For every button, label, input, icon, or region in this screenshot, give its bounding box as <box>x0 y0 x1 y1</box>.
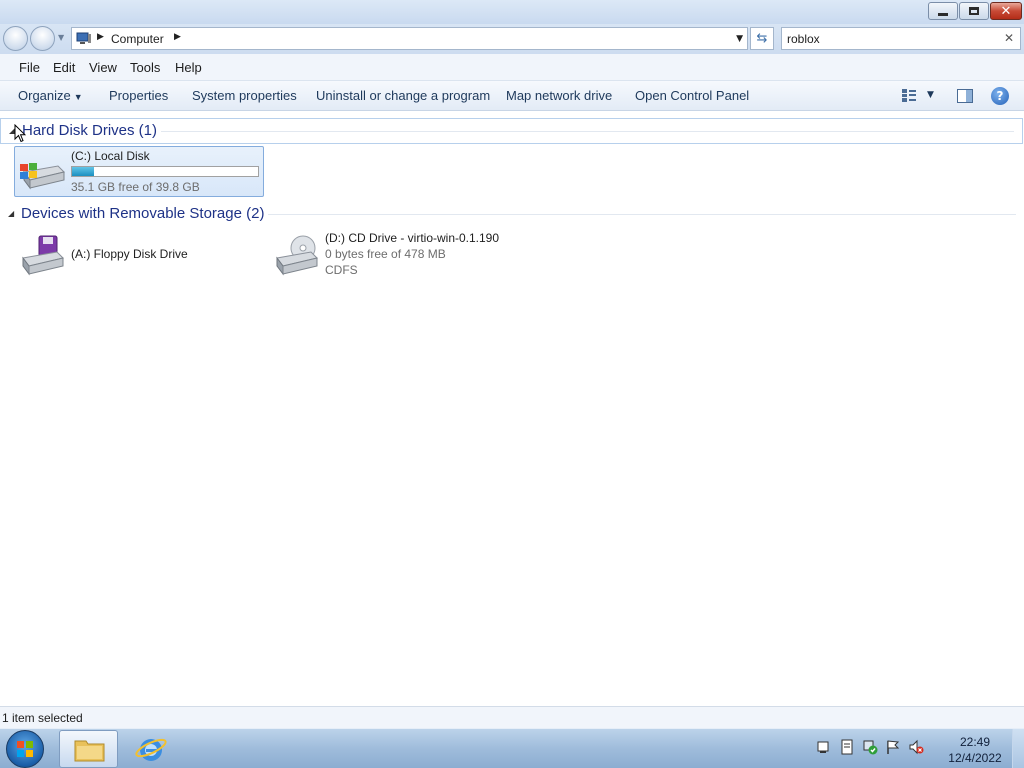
drive-c-tile[interactable]: (C:) Local Disk 35.1 GB free of 39.8 GB <box>14 146 264 197</box>
help-icon[interactable]: ? <box>991 87 1009 105</box>
search-input[interactable]: roblox <box>787 32 820 46</box>
taskbar: 22:49 12/4/2022 <box>0 728 1024 768</box>
taskbar-explorer-button[interactable] <box>59 730 118 768</box>
volume-muted-icon[interactable] <box>908 739 924 755</box>
group-divider <box>268 214 1016 215</box>
address-history-dropdown-icon[interactable]: ▼ <box>736 34 743 44</box>
group-label: Devices with Removable Storage (2) <box>21 205 265 222</box>
capacity-bar <box>71 166 259 177</box>
content-area: ◢ Hard Disk Drives (1) (C:) Local Disk 3… <box>0 112 1024 706</box>
show-desktop-button[interactable] <box>1012 729 1024 768</box>
address-row: ▼ ▶ Computer ▶ ▼ ⇆ roblox ✕ <box>0 24 1024 54</box>
clock[interactable]: 22:49 12/4/2022 <box>940 734 1010 766</box>
clear-search-icon[interactable]: ✕ <box>1004 31 1014 45</box>
menu-bar: File Edit View Tools Help <box>0 54 1024 81</box>
address-bar[interactable]: ▶ Computer ▶ ▼ <box>71 27 748 50</box>
drive-a-tile[interactable]: (A:) Floppy Disk Drive <box>14 230 264 280</box>
group-divider <box>161 131 1014 132</box>
minimize-icon <box>938 12 948 16</box>
back-button[interactable] <box>3 26 28 51</box>
drive-free-space: 0 bytes free of 478 MB <box>325 247 446 261</box>
chevron-down-icon: ▼ <box>73 92 83 102</box>
map-network-drive-button[interactable]: Map network drive <box>506 88 612 103</box>
menu-view[interactable]: View <box>89 60 117 75</box>
breadcrumb-separator-icon[interactable]: ▶ <box>97 32 104 42</box>
system-properties-button[interactable]: System properties <box>192 88 297 103</box>
windows-logo-icon <box>17 741 33 757</box>
capacity-bar-fill <box>72 167 94 176</box>
clock-time: 22:49 <box>959 735 991 749</box>
drive-name: (A:) Floppy Disk Drive <box>71 247 188 261</box>
floppy-drive-icon <box>22 235 64 276</box>
maximize-button[interactable] <box>959 2 989 20</box>
taskbar-internet-explorer-button[interactable] <box>121 730 180 768</box>
view-options-dropdown-icon[interactable]: ▼ <box>927 90 934 100</box>
status-text: 1 item selected <box>2 711 83 725</box>
drive-name: (C:) Local Disk <box>71 149 150 163</box>
refresh-button[interactable]: ⇆ <box>750 27 774 50</box>
status-bar: 1 item selected <box>0 706 1024 728</box>
drive-free-space: 35.1 GB free of 39.8 GB <box>71 180 200 194</box>
organize-label: Organize <box>18 88 71 103</box>
command-bar: Organize ▼ Properties System properties U… <box>0 81 1024 111</box>
drive-d-tile[interactable]: (D:) CD Drive - virtio-win-0.1.190 0 byt… <box>268 230 528 280</box>
change-view-icon[interactable] <box>902 89 916 102</box>
breadcrumb-computer[interactable]: Computer <box>111 32 164 46</box>
mouse-cursor-icon <box>14 124 26 143</box>
flag-icon[interactable] <box>885 739 901 755</box>
menu-help[interactable]: Help <box>175 60 202 75</box>
menu-edit[interactable]: Edit <box>53 60 75 75</box>
restore-icon <box>969 7 979 15</box>
title-bar: ✕ <box>0 0 1024 24</box>
menu-file[interactable]: File <box>19 60 40 75</box>
group-header-removable-storage[interactable]: ◢ Devices with Removable Storage (2) <box>0 202 1024 226</box>
minimize-button[interactable] <box>928 2 958 20</box>
group-header-hard-disk-drives[interactable]: ◢ Hard Disk Drives (1) <box>0 118 1023 144</box>
windows-drive-icon <box>20 163 65 190</box>
start-button[interactable] <box>6 730 44 768</box>
uninstall-program-button[interactable]: Uninstall or change a program <box>316 88 490 103</box>
system-tray <box>816 739 924 755</box>
menu-tools[interactable]: Tools <box>130 60 160 75</box>
group-label: Hard Disk Drives (1) <box>22 122 158 139</box>
security-check-icon[interactable] <box>862 739 878 755</box>
organize-button[interactable]: Organize ▼ <box>18 88 83 103</box>
close-icon: ✕ <box>1000 3 1012 19</box>
computer-icon <box>76 32 91 44</box>
preview-pane-icon[interactable] <box>957 89 973 103</box>
internet-explorer-icon <box>135 738 167 761</box>
refresh-icon: ⇆ <box>756 31 768 46</box>
close-button[interactable]: ✕ <box>990 2 1022 20</box>
drive-filesystem: CDFS <box>325 263 358 277</box>
collapse-triangle-icon[interactable]: ◢ <box>8 209 14 218</box>
search-box[interactable]: roblox ✕ <box>781 27 1021 50</box>
document-icon[interactable] <box>839 739 855 755</box>
caption-buttons: ✕ <box>927 2 1022 20</box>
recent-pages-dropdown-icon[interactable]: ▼ <box>58 33 64 42</box>
breadcrumb-separator-icon[interactable]: ▶ <box>174 32 181 42</box>
folder-icon <box>74 740 105 762</box>
properties-button[interactable]: Properties <box>109 88 168 103</box>
drive-name: (D:) CD Drive - virtio-win-0.1.190 <box>325 231 500 245</box>
forward-button[interactable] <box>30 26 55 51</box>
action-center-icon[interactable] <box>816 739 832 755</box>
open-control-panel-button[interactable]: Open Control Panel <box>635 88 749 103</box>
cd-drive-icon <box>276 235 318 276</box>
clock-date: 12/4/2022 <box>948 751 1002 765</box>
